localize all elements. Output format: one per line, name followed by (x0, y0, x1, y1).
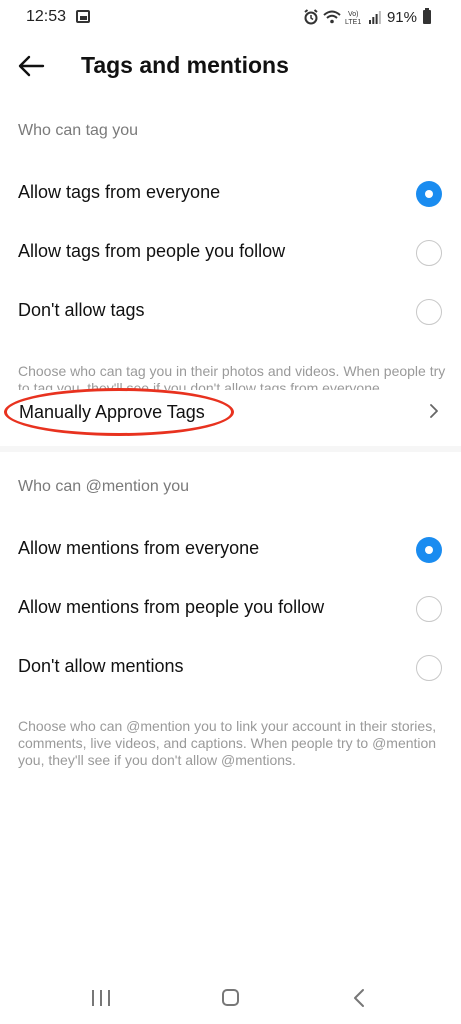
mentions-section-label: Who can @mention you (18, 478, 189, 495)
recents-bar (100, 990, 102, 1006)
svg-text:Vo): Vo) (348, 11, 359, 18)
option-label: Allow mentions from people you follow (18, 597, 325, 617)
manually-approve-tags-row[interactable]: Manually Approve Tags (0, 390, 461, 434)
svg-text:LTE1: LTE1 (345, 19, 361, 25)
home-button[interactable] (222, 989, 239, 1006)
radio-selected[interactable] (416, 181, 442, 207)
section-divider (0, 446, 461, 452)
mention-option-people-you-follow[interactable]: Allow mentions from people you follow (0, 584, 461, 634)
recents-bar (108, 990, 110, 1006)
tag-option-dont-allow[interactable]: Don't allow tags (0, 287, 461, 337)
recent-apps-button[interactable] (92, 990, 110, 1006)
wifi-icon (323, 10, 341, 24)
signal-icon (368, 11, 381, 24)
status-icons: Vo) LTE1 91% (303, 7, 431, 27)
tags-section-label: Who can tag you (18, 122, 139, 139)
status-time: 12:53 (26, 8, 67, 25)
radio-unselected[interactable] (416, 299, 442, 325)
system-nav-bar (0, 976, 461, 1024)
battery-percentage: 91% (386, 8, 417, 26)
mention-option-dont-allow[interactable]: Don't allow mentions (0, 643, 461, 693)
page-title: Tags and mentions (81, 52, 289, 78)
alarm-icon (304, 9, 318, 25)
mention-option-everyone[interactable]: Allow mentions from everyone (0, 525, 461, 575)
radio-unselected[interactable] (416, 655, 442, 681)
system-back-button[interactable] (352, 988, 366, 1008)
option-label: Allow tags from everyone (18, 182, 221, 202)
manually-approve-tags-label: Manually Approve Tags (19, 402, 205, 422)
header: Tags and mentions (0, 40, 461, 92)
option-label: Don't allow mentions (18, 656, 184, 676)
tag-option-people-you-follow[interactable]: Allow tags from people you follow (0, 228, 461, 278)
radio-unselected[interactable] (416, 240, 442, 266)
radio-selected[interactable] (416, 537, 442, 563)
recents-bar (92, 990, 94, 1006)
gallery-notification-icon (76, 10, 90, 23)
chevron-right-icon (430, 404, 438, 418)
battery-icon (423, 8, 431, 24)
volte-icon: Vo) LTE1 (345, 11, 361, 25)
option-label: Allow mentions from everyone (18, 538, 260, 558)
back-button[interactable] (14, 50, 48, 82)
tag-option-everyone[interactable]: Allow tags from everyone (0, 169, 461, 219)
radio-unselected[interactable] (416, 596, 442, 622)
status-bar: 12:53 Vo) LTE1 91% (0, 0, 461, 34)
option-label: Don't allow tags (18, 300, 145, 320)
option-label: Allow tags from people you follow (18, 241, 286, 261)
arrow-left-icon (18, 55, 45, 77)
mentions-help-text: Choose who can @mention you to link your… (18, 718, 437, 768)
